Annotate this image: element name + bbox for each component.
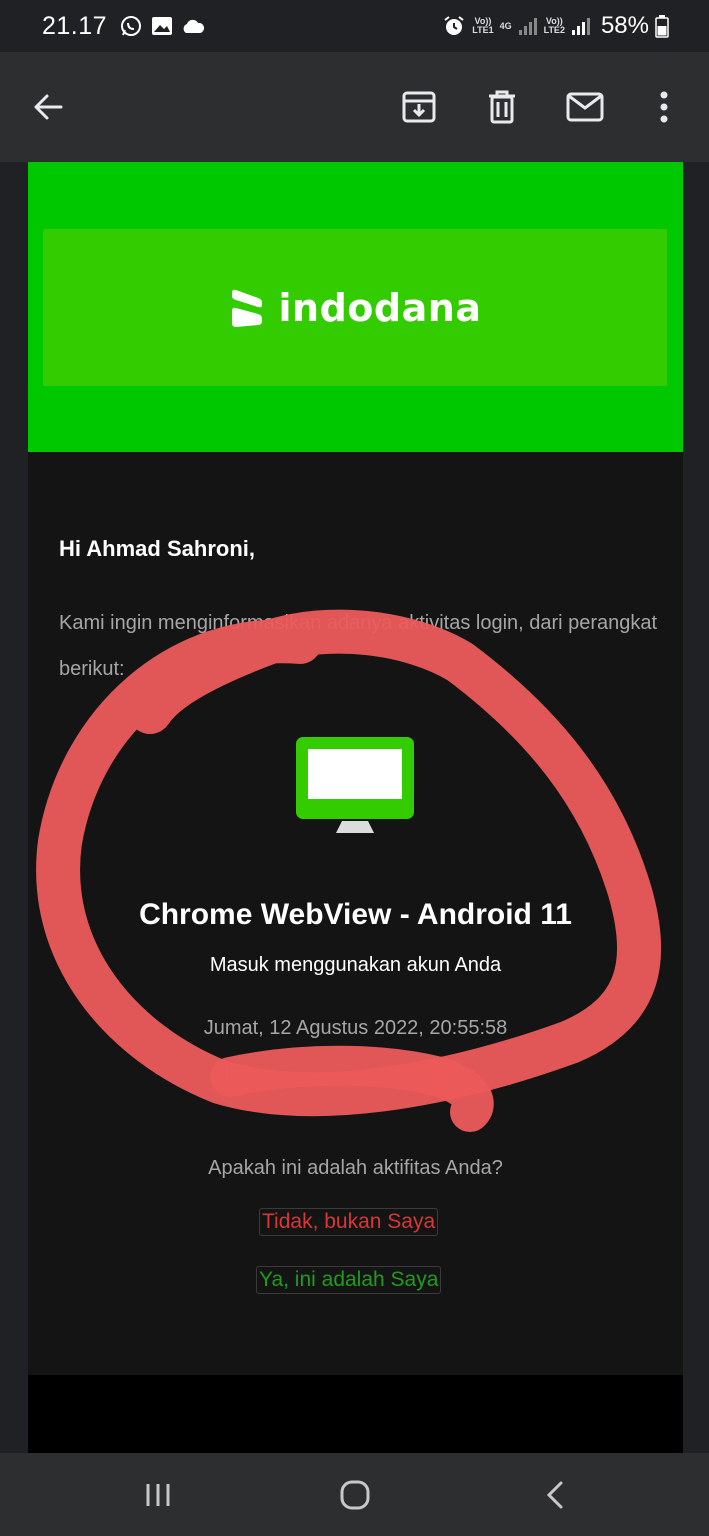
gallery-icon	[152, 17, 173, 35]
brand-name: indodana	[278, 285, 482, 330]
confirmation-question: Apakah ini adalah aktifitas Anda?	[208, 1157, 503, 1179]
home-icon	[340, 1480, 370, 1510]
status-system-icons: Vo)) LTE1 4G Vo)) LTE2 58%	[442, 12, 669, 40]
signal-icon	[518, 18, 537, 35]
system-nav-bar	[0, 1453, 709, 1536]
email-intro-text: Kami ingin menginformasikan adanya aktiv…	[59, 612, 658, 680]
archive-button[interactable]	[400, 88, 438, 126]
email-toolbar	[0, 52, 709, 162]
device-subtitle: Masuk menggunakan akun Anda	[209, 954, 502, 976]
login-ip: IP	[224, 1061, 243, 1083]
email-card: indodana Hi Ahmad Sahroni, Kami ingin me…	[28, 162, 683, 1453]
alarm-icon	[444, 16, 464, 35]
back-arrow-icon	[34, 94, 63, 120]
network-type: 4G	[499, 20, 512, 31]
battery-percent: 58%	[600, 12, 649, 39]
delete-button[interactable]	[483, 88, 521, 126]
mark-unread-icon	[566, 92, 604, 122]
recent-apps-icon	[146, 1484, 170, 1506]
home-button[interactable]	[335, 1477, 375, 1513]
signal-icon	[571, 18, 590, 35]
nav-back-button[interactable]	[535, 1477, 575, 1513]
nav-back-icon	[546, 1481, 563, 1509]
more-vert-icon	[660, 91, 668, 123]
delete-icon	[489, 90, 515, 124]
monitor-icon	[296, 737, 414, 833]
status-time: 21.17	[42, 11, 108, 40]
status-bar: 21.17 Vo)) LTE1 4G Vo)) LTE2 58%	[0, 0, 709, 52]
cloud-icon	[183, 19, 205, 33]
recent-apps-button[interactable]	[138, 1477, 178, 1513]
not-me-link[interactable]: Tidak, bukan Saya	[259, 1208, 439, 1236]
network-sim1: Vo)) LTE1	[472, 16, 494, 35]
status-notification-icons	[119, 14, 205, 38]
mark-unread-button[interactable]	[566, 88, 604, 126]
email-footer	[28, 1375, 683, 1453]
indodana-logo-icon	[231, 289, 262, 327]
login-timestamp: Jumat, 12 Agustus 2022, 20:55:58	[203, 1017, 508, 1039]
device-title: Chrome WebView - Android 11	[139, 898, 572, 931]
email-greeting: Hi Ahmad Sahroni,	[59, 536, 255, 561]
yes-its-me-link[interactable]: Ya, ini adalah Saya	[256, 1266, 442, 1294]
archive-icon	[402, 91, 436, 123]
more-options-button[interactable]	[645, 88, 683, 126]
email-header-band: indodana	[28, 162, 683, 452]
whatsapp-icon	[121, 16, 142, 36]
email-content-area: indodana Hi Ahmad Sahroni, Kami ingin me…	[0, 162, 709, 1453]
brand-logo: indodana	[43, 229, 667, 386]
back-button[interactable]	[29, 88, 67, 126]
network-sim2: Vo)) LTE2	[543, 16, 565, 35]
battery-icon	[655, 15, 669, 38]
